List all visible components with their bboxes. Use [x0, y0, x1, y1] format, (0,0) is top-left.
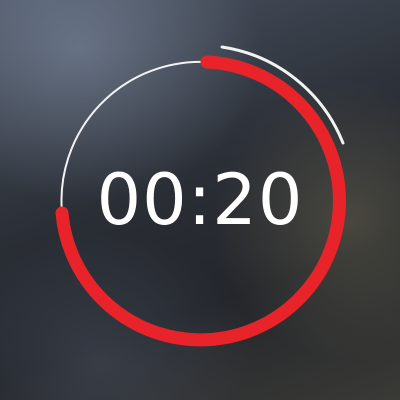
time-display: 00:20 [96, 159, 304, 241]
